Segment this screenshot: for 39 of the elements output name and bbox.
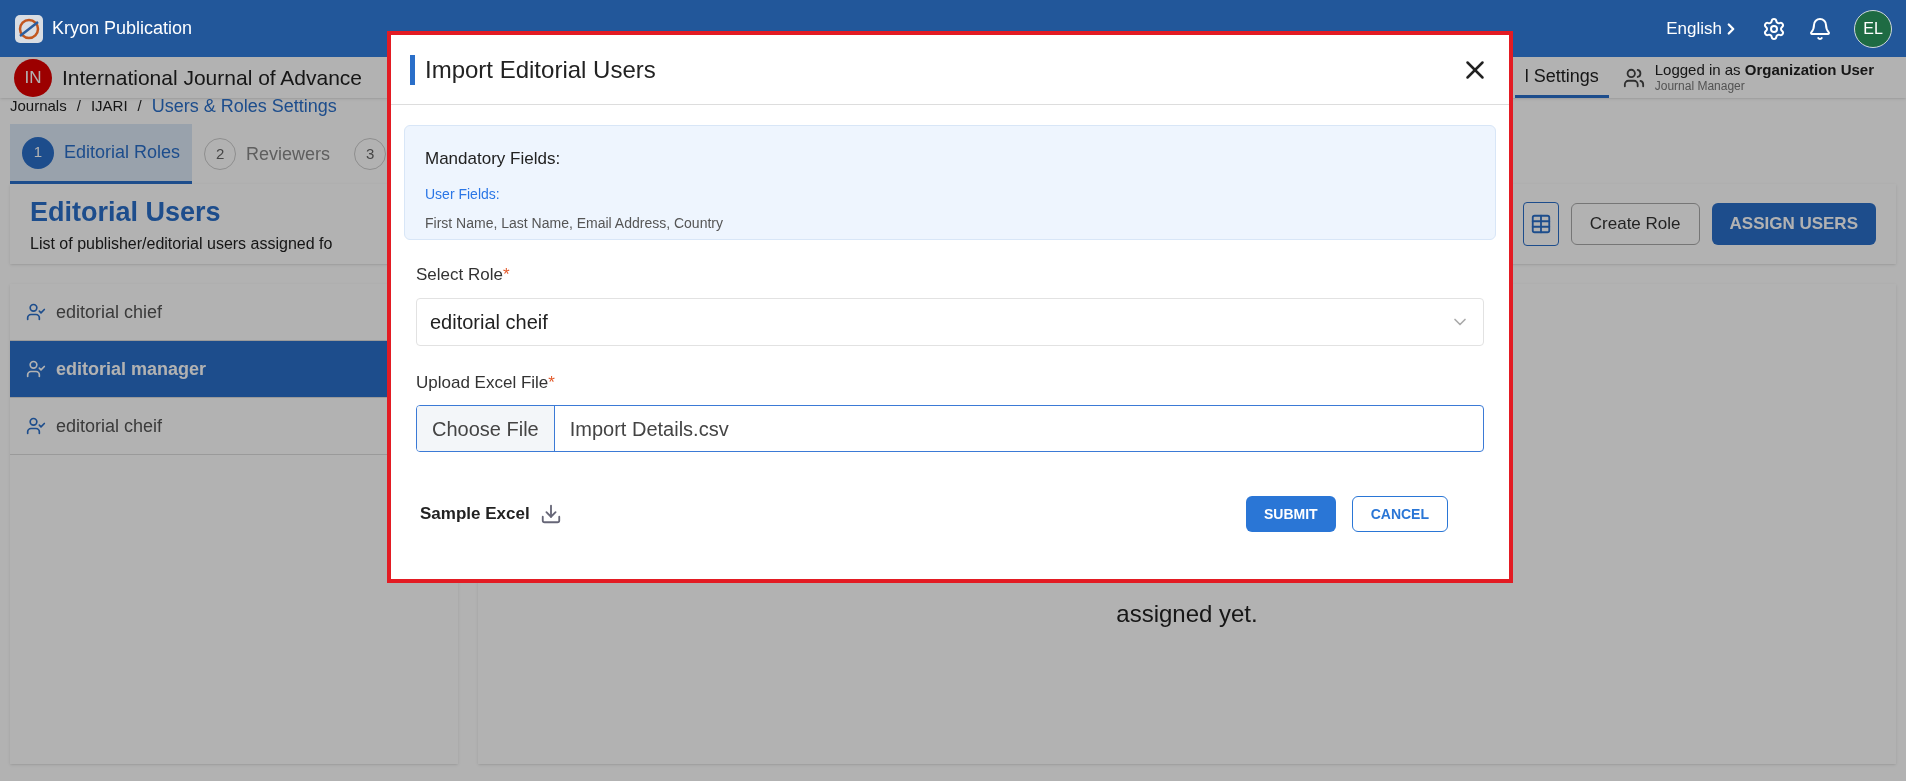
table-icon [1529, 213, 1552, 235]
dialog-title: Import Editorial Users [425, 54, 656, 85]
field-label: Select Role* [416, 264, 511, 286]
user-check-icon [26, 359, 46, 379]
journal-name: International Journal of Advance [62, 64, 363, 91]
breadcrumb-link[interactable]: Journals [10, 94, 67, 118]
app-title: Kryon Publication [52, 17, 193, 40]
language-selector[interactable]: English [1666, 15, 1740, 42]
card-title: Editorial Users [30, 195, 222, 229]
title-accent-bar [410, 54, 415, 85]
logo-icon [14, 13, 44, 44]
file-field[interactable]: Choose File Import Details.csv [416, 405, 1484, 452]
user-check-icon [26, 302, 46, 322]
breadcrumb-separator: / [137, 95, 142, 116]
breadcrumb-link[interactable]: Users & Roles Settings [151, 92, 337, 120]
notification-icon[interactable] [1808, 16, 1832, 41]
empty-message: assigned yet. [1116, 599, 1258, 629]
action-button[interactable]: ASSIGN USERS [1711, 203, 1876, 245]
login-subtitle: Journal Manager [1654, 79, 1746, 95]
step-tab[interactable]: 2 Reviewers [192, 124, 343, 184]
dialog-button[interactable]: SUBMIT [1246, 496, 1336, 532]
info-group: User Fields: [425, 183, 1475, 205]
info-heading: Mandatory Fields: [425, 148, 562, 170]
settings-icon[interactable] [1762, 16, 1786, 41]
dialog-button[interactable]: CANCEL [1351, 496, 1448, 532]
role-select[interactable]: editorial cheif [416, 297, 1484, 346]
table-view-button[interactable] [1522, 202, 1559, 246]
breadcrumb-link[interactable]: IJARI [90, 94, 128, 118]
step-tab[interactable]: 1 Editorial Roles [10, 124, 193, 184]
journal-badge: IN [14, 58, 52, 97]
user-check-icon [26, 416, 46, 436]
action-button[interactable]: Create Role [1570, 203, 1700, 245]
user-avatar[interactable]: EL [1854, 9, 1892, 48]
card-subtitle: List of publisher/editorial users assigned fo [30, 234, 333, 255]
sample-excel-link[interactable]: Sample Excel [420, 501, 530, 527]
login-status: Logged in as Organization User [1654, 60, 1874, 80]
breadcrumb-separator: / [76, 95, 81, 116]
download-icon[interactable] [539, 503, 562, 525]
info-fields: First Name, Last Name, Email Address, Country [425, 212, 1475, 234]
